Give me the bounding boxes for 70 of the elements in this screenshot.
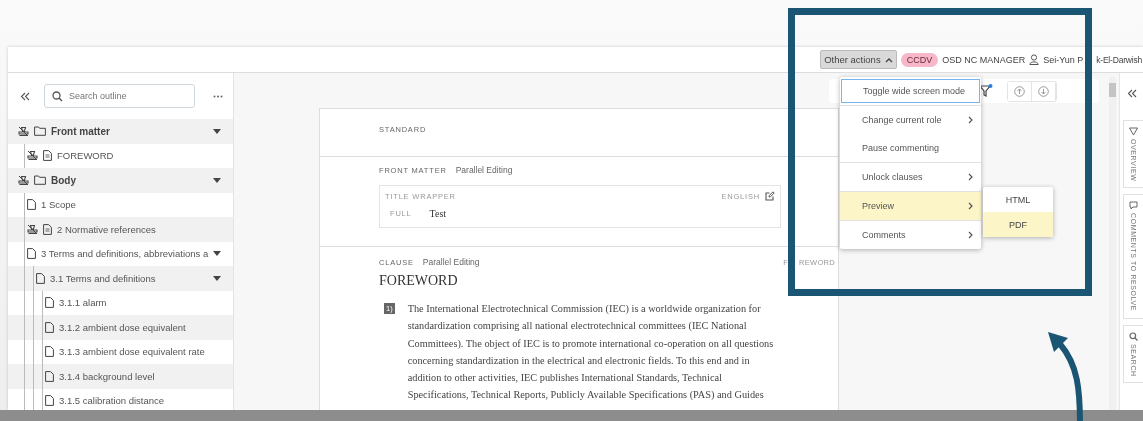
page-icon: [45, 321, 54, 333]
menu-item[interactable]: Preview: [840, 192, 981, 220]
paragraph-text: The International Electrotechnical Commission (IEC) is a worldwide organization for standardization comprising all national electrotechnical committees (IEC National Committees). The object of IEC is to promote international co-operation on all questions concerning standardization in the electrical and electronic fields. To this end and in addition to other activities, IEC publishes International Standards, Technical Specifications, Technical Reports, Publicly Available Specifications (PAS) and Guides: [407, 302, 775, 403]
caret-up-icon: [884, 56, 893, 63]
editing-mode: Parallel Editing: [422, 257, 480, 267]
comment-icon: [1129, 201, 1138, 211]
outline-item[interactable]: 3.1.5 calibration distance: [8, 388, 233, 410]
menu-item[interactable]: Change current role: [840, 106, 981, 134]
menu-item[interactable]: HTML: [983, 187, 1053, 212]
page-icon: [45, 370, 54, 382]
page-icon: [45, 297, 54, 309]
outline-item-label: 3.1.2 ambient dose equivalent: [59, 321, 187, 333]
outline-item-label: 2 Normative references: [57, 223, 157, 235]
edit-icon[interactable]: [765, 191, 775, 201]
scrollbar[interactable]: [1109, 77, 1116, 410]
caret-icon: [213, 177, 222, 183]
folder-icon: [34, 126, 46, 137]
arrow-up-circle-icon: [1014, 85, 1025, 97]
outline-item-label: 3.1 Terms and definitions: [50, 272, 157, 284]
clause-title: FOREWORD: [379, 273, 459, 289]
menu-item[interactable]: PDF: [983, 212, 1053, 237]
role-label: OSD NC MANAGER: [942, 54, 1026, 65]
outline-item[interactable]: FOREWORD: [8, 143, 233, 168]
page-icon: [27, 248, 36, 260]
collapse-panel-button[interactable]: [1125, 87, 1139, 100]
outline-item-label: 3.1.3 ambient dose equivalent rate: [59, 346, 206, 358]
editing-mode: Parallel Editing: [455, 165, 513, 175]
document-icon: [43, 223, 52, 235]
outline-item[interactable]: 3.1 Terms and definitions: [8, 266, 233, 291]
menu-item[interactable]: Comments: [840, 221, 981, 249]
caret-icon: [213, 275, 222, 281]
arrow-down-circle-icon: [1038, 85, 1049, 97]
outline-item-label: 3.1.4 background level: [59, 370, 156, 382]
title-value: Test: [429, 208, 447, 219]
outline-item[interactable]: 3.1.4 background level: [8, 364, 233, 389]
folder-icon: [34, 175, 46, 186]
user-icon: [1029, 54, 1040, 65]
outline-item-label: Front matter: [51, 125, 111, 137]
user-name: Sei-Yun P: [1043, 54, 1084, 65]
outline-item-label: 3.1.1 alarm: [59, 297, 108, 309]
outline-item[interactable]: 3.1.3 ambient dose equivalent rate: [8, 339, 233, 364]
outline-item[interactable]: 3.1.2 ambient dose equivalent: [8, 315, 233, 340]
outline-item[interactable]: Front matter: [8, 119, 233, 144]
outline-item-label: 3 Terms and definitions, abbreviations a: [41, 248, 209, 260]
role-badge: CCDV: [900, 52, 939, 67]
outline-item[interactable]: 2 Normative references: [8, 217, 233, 242]
outline-item-label: 3.1.5 calibration distance: [59, 395, 166, 407]
outline-item[interactable]: 3 Terms and definitions, abbreviations a: [8, 241, 233, 266]
outline-item-label: Body: [51, 174, 77, 186]
outline-item-label: 1 Scope: [41, 199, 77, 211]
page-icon: [45, 346, 54, 358]
page-icon: [36, 272, 45, 284]
menu-item[interactable]: Toggle wide screen mode: [841, 79, 980, 103]
menu-item[interactable]: Pause commenting: [840, 134, 981, 162]
outline-item[interactable]: 1 Scope: [8, 192, 233, 217]
caret-icon: [213, 251, 222, 257]
outline-item[interactable]: Body: [8, 168, 233, 193]
search-field[interactable]: Search outline: [44, 84, 195, 108]
user-name: k-El-Darwish: [1096, 54, 1142, 65]
page-icon: [27, 199, 36, 211]
filter-icon[interactable]: [979, 84, 993, 98]
document-icon: [43, 150, 52, 162]
outline-item-label: FOREWORD: [57, 150, 115, 162]
search-icon: [1129, 331, 1138, 341]
menu-item[interactable]: Unlock clauses: [840, 163, 981, 191]
page-icon: [45, 395, 54, 407]
outline-item[interactable]: 3.1.1 alarm: [8, 290, 233, 315]
other-actions-button[interactable]: Other actions: [820, 50, 897, 69]
caret-icon: [213, 128, 222, 134]
filter-icon: [1129, 127, 1138, 136]
